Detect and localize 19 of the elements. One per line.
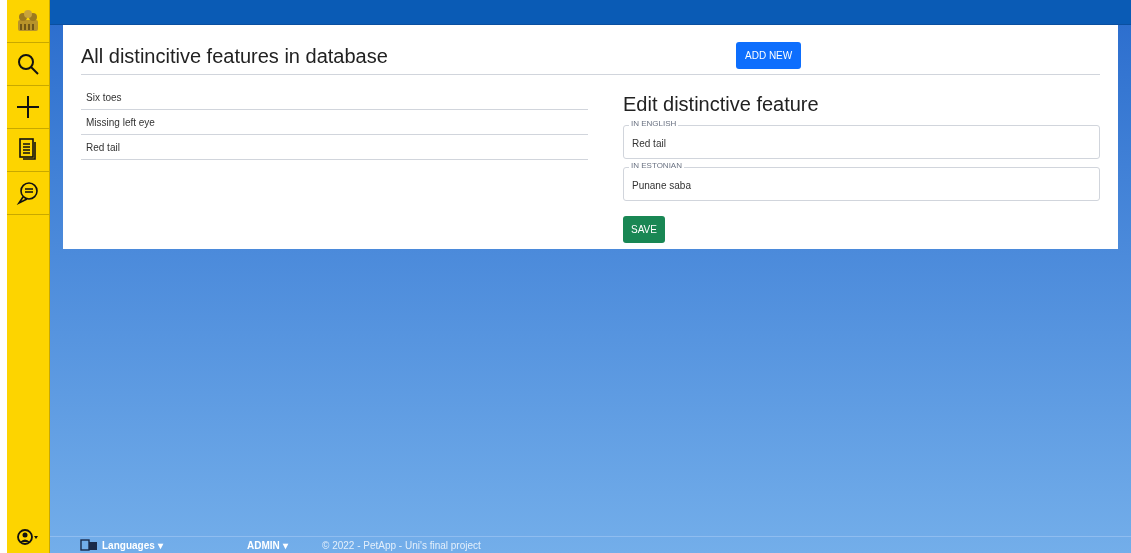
field-label: IN ESTONIAN [629,161,684,171]
text-field[interactable]: Red tail [623,125,1100,159]
feature-list-item[interactable]: Six toes [81,89,122,105]
form-title: Edit distinctive feature [623,92,820,117]
translate-icon [80,539,98,551]
logo-icon[interactable] [15,8,41,34]
user-menu-icon[interactable] [16,529,40,545]
feature-list-item[interactable]: Red tail [81,139,120,155]
page-title: All distincitive features in database [81,43,389,69]
document-icon[interactable] [18,138,38,162]
text-field[interactable]: Punane saba [623,167,1100,201]
add-new-button[interactable]: ADD NEW [736,42,802,69]
save-button[interactable]: SAVE [623,216,665,243]
field-label: IN ENGLISH [629,119,679,129]
add-icon[interactable] [16,95,40,119]
copyright-text: © 2022 - PetApp - Uni's final project [322,538,481,553]
search-icon[interactable] [16,52,40,76]
feature-list-item[interactable]: Missing left eye [81,114,155,130]
chat-icon[interactable] [16,181,40,205]
